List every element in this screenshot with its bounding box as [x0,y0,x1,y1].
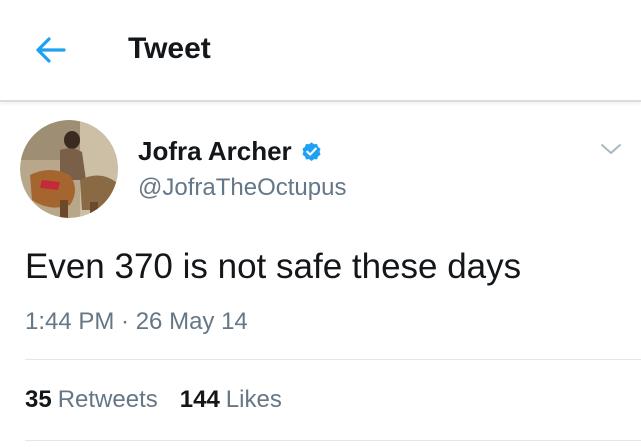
avatar[interactable] [20,120,118,218]
top-bar: Tweet [0,0,641,102]
tweet-timestamp[interactable]: 1:44 PM · 26 May 14 [25,307,248,337]
tweet-menu-button[interactable] [598,138,624,160]
likes-count: 144 [179,386,220,413]
tweet-text: Even 370 is not safe these days [25,247,522,286]
page-title: Tweet [128,32,211,65]
divider [25,440,641,441]
retweets-stat[interactable]: 35 Retweets [25,385,158,415]
retweets-label: Retweets [57,386,158,413]
chevron-down-icon [601,144,621,154]
profile-photo [20,120,118,218]
divider [25,359,641,360]
author-display-name[interactable]: Jofra Archer [138,135,323,167]
likes-stat[interactable]: 144 Likes [180,385,282,415]
retweets-count: 35 [25,386,52,413]
back-button[interactable] [30,30,70,70]
tweet-stats: 35 Retweets 144 Likes [25,385,304,415]
author-name-text: Jofra Archer [138,136,292,166]
likes-label: Likes [225,386,282,413]
arrow-left-icon [36,37,66,63]
verified-badge-icon [302,141,321,161]
author-handle[interactable]: @JofraTheOctupus [138,173,346,203]
